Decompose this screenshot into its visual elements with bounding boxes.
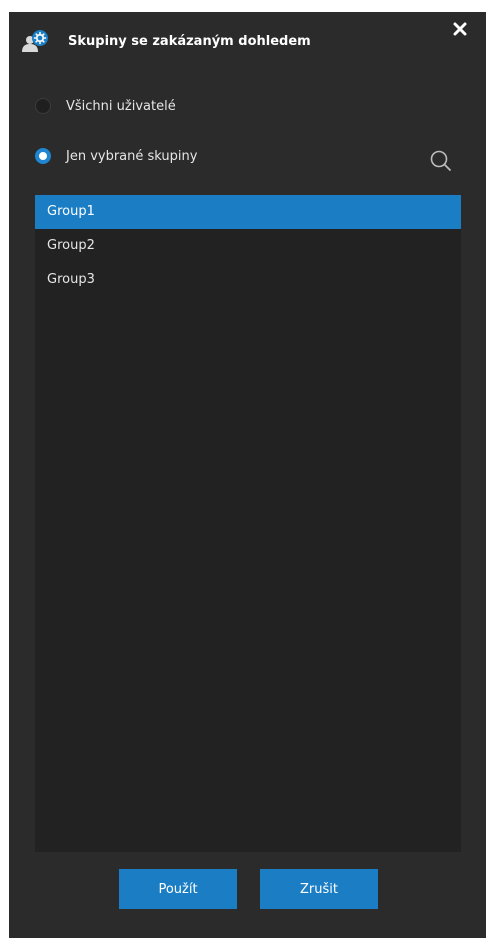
close-icon[interactable] (451, 20, 469, 38)
list-item-group1[interactable]: Group1 (35, 195, 461, 229)
dialog-title: Skupiny se zakázaným dohledem (68, 34, 311, 49)
radio-selected-groups[interactable]: Jen vybrané skupiny (35, 146, 197, 166)
list-item-group2[interactable]: Group2 (35, 229, 461, 263)
cancel-button[interactable]: Zrušit (260, 869, 378, 909)
dialog-header: Skupiny se zakázaným dohledem (9, 12, 486, 74)
user-group-settings-icon (21, 29, 51, 53)
radio-button-unchecked[interactable] (35, 98, 51, 114)
apply-button[interactable]: Použít (119, 869, 237, 909)
radio-all-users[interactable]: Všichni uživatelé (35, 96, 176, 116)
list-item-group3[interactable]: Group3 (35, 263, 461, 297)
dialog-panel: Skupiny se zakázaným dohledem Všichni už… (9, 12, 486, 938)
radio-button-checked[interactable] (35, 148, 51, 164)
search-icon[interactable] (428, 148, 454, 174)
radio-label: Jen vybrané skupiny (66, 148, 198, 164)
radio-label: Všichni uživatelé (66, 98, 176, 114)
group-list[interactable]: Group1 Group2 Group3 (35, 195, 461, 852)
